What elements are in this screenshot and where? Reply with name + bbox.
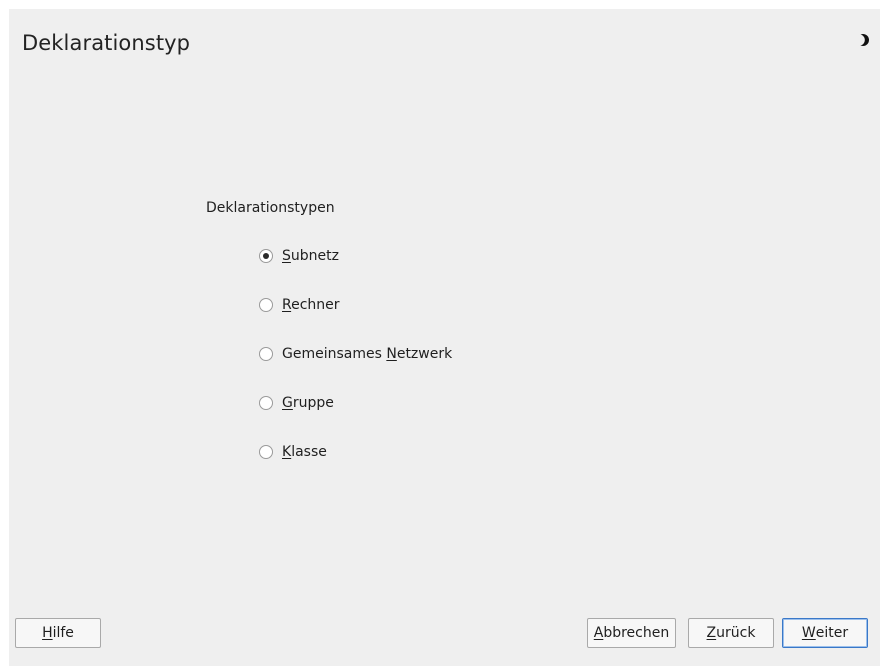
radio-button-rechner[interactable] [259, 298, 273, 312]
half-moon-icon [856, 34, 869, 46]
abort-button[interactable]: Abbrechen [587, 618, 676, 648]
radio-option-subnetz[interactable]: Subnetz [259, 245, 519, 267]
radio-label-subnetz[interactable]: Subnetz [282, 248, 339, 264]
radio-button-klasse[interactable] [259, 445, 273, 459]
radio-button-gruppe[interactable] [259, 396, 273, 410]
radio-option-gruppe[interactable]: Gruppe [259, 392, 519, 414]
radio-label-rechner[interactable]: Rechner [282, 297, 340, 313]
radio-option-gemeinsames-netzwerk[interactable]: Gemeinsames Netzwerk [259, 343, 519, 365]
radio-button-gemeinsames-netzwerk[interactable] [259, 347, 273, 361]
help-button[interactable]: Hilfe [15, 618, 101, 648]
radio-option-rechner[interactable]: Rechner [259, 294, 519, 316]
radio-button-subnetz[interactable] [259, 249, 273, 263]
radio-label-klasse[interactable]: Klasse [282, 444, 327, 460]
radio-label-gemeinsames-netzwerk[interactable]: Gemeinsames Netzwerk [282, 346, 452, 362]
dialog-window: Deklarationstyp Deklarationstypen Subnet… [9, 9, 880, 666]
radio-option-klasse[interactable]: Klasse [259, 441, 519, 463]
back-button[interactable]: Zurück [688, 618, 774, 648]
next-button[interactable]: Weiter [782, 618, 868, 648]
radio-label-gruppe[interactable]: Gruppe [282, 395, 334, 411]
declaration-types-label: Deklarationstypen [206, 200, 335, 216]
dialog-title: Deklarationstyp [22, 31, 191, 55]
